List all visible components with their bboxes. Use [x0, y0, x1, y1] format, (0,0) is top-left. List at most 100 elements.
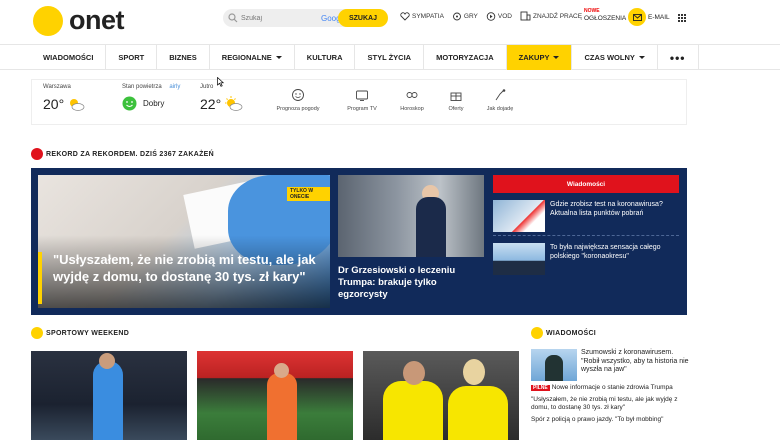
nav-biznes[interactable]: BIZNES — [157, 45, 210, 70]
hero-block: TYLKO W ONECIE "Usłyszałem, że nie zrobi… — [31, 168, 687, 315]
route-icon — [495, 89, 506, 101]
ogloszenia-link[interactable]: NOWE OGŁOSZENIA — [584, 8, 626, 22]
weather-widget[interactable]: Warszawa 20° — [43, 84, 85, 112]
record-heading[interactable]: REKORD ZA REKORDEM. DZIŚ 2367 ZAKAŻEŃ — [31, 148, 214, 160]
airly-label: airly — [169, 84, 181, 90]
goalkeeper-figure — [267, 373, 297, 440]
logo-text: onet — [69, 5, 125, 35]
side-news-item[interactable]: Spór z policją o prawo jazdy. "To był mo… — [531, 416, 691, 425]
oferty-label: Oferty — [448, 106, 464, 112]
air-label: Stan powietrza — [122, 84, 162, 90]
chevron-down-icon — [638, 56, 645, 59]
new-badge: NOWE — [584, 8, 600, 14]
tomorrow-temp: 22° — [200, 96, 222, 112]
oferty-link[interactable]: Oferty — [431, 88, 481, 112]
tomorrow-widget[interactable]: Jutro 22° — [200, 84, 243, 112]
gry-link[interactable]: GRY — [452, 11, 478, 21]
main-nav: WIADOMOŚCI SPORT BIZNES REGIONALNE KULTU… — [0, 44, 780, 70]
sympatia-label: SYMPATIA — [412, 12, 444, 20]
ogloszenia-label: OGŁOSZENIA — [584, 15, 627, 22]
sport-card[interactable] — [31, 351, 187, 440]
player-shirt-left — [383, 381, 443, 440]
services-strip: Warszawa 20° Stan powietrza airly Dobry … — [31, 79, 687, 125]
search-button[interactable]: SZUKAJ — [338, 9, 388, 27]
hero-mid-title: Dr Grzesiowski o leczeniu Trumpa: brakuj… — [338, 265, 456, 300]
top-header: onet Google SZUKAJ SYMPATIA GRY VOD ZNAJ… — [0, 0, 780, 44]
side-news-text: Nowe informacje o stanie zdrowia Trumpa — [551, 384, 673, 391]
nav-kultura[interactable]: KULTURA — [295, 45, 356, 70]
nav-label: CZAS WOLNY — [584, 53, 635, 62]
play-icon — [486, 11, 496, 21]
nav-styl-zycia[interactable]: STYL ŻYCIA — [355, 45, 425, 70]
sport-card[interactable] — [363, 351, 519, 440]
nav-czas-wolny[interactable]: CZAS WOLNY — [572, 45, 658, 70]
apps-grid-icon[interactable] — [678, 14, 686, 22]
program-tv-label: Program TV — [347, 106, 377, 112]
program-tv-link[interactable]: Program TV — [337, 88, 387, 112]
gry-label: GRY — [463, 12, 478, 20]
sport-heading-text: SPORTOWY WEEKEND — [46, 329, 130, 337]
partly-cloudy-icon — [70, 99, 85, 111]
sympatia-link[interactable]: SYMPATIA — [400, 11, 444, 21]
air-quality-widget[interactable]: Stan powietrza airly Dobry — [122, 84, 180, 111]
jak-dojade-link[interactable]: Jak dojadę — [475, 88, 525, 112]
yellow-dot-icon — [31, 327, 43, 339]
sport-card[interactable] — [197, 351, 353, 440]
person-silhouette — [545, 355, 563, 381]
vod-link[interactable]: VOD — [486, 11, 512, 21]
nav-label: MOTORYZACJA — [436, 53, 494, 62]
wiadomosci-button[interactable]: Wiadomości — [493, 175, 679, 193]
side-news-text: "Usłyszałem, że nie zrobią mi testu, ale… — [531, 395, 678, 412]
news-item[interactable]: Gdzie zrobisz test na koronawirusa? Aktu… — [493, 200, 679, 232]
nav-label: KULTURA — [306, 53, 343, 62]
logo-dot — [33, 5, 63, 36]
player-head — [403, 361, 425, 385]
mail-icon — [628, 8, 646, 26]
tv-icon — [356, 90, 368, 101]
jak-dojade-label: Jak dojadę — [486, 106, 514, 112]
nav-more-button[interactable]: ••• — [658, 45, 699, 70]
chevron-down-icon — [553, 56, 560, 59]
building-icon — [520, 11, 531, 21]
sun-cloud-icon — [225, 96, 243, 111]
praca-label: ZNAJDŹ PRACĘ — [532, 12, 583, 20]
hero-main-article[interactable]: TYLKO W ONECIE "Usłyszałem, że nie zrobi… — [38, 175, 330, 308]
side-news-item[interactable]: "Usłyszałem, że nie zrobią mi testu, ale… — [531, 396, 691, 413]
side-heading-text: WIADOMOŚCI — [546, 329, 597, 337]
search-bar: Google SZUKAJ — [223, 9, 388, 27]
service-links: SYMPATIA GRY VOD ZNAJDŹ PRACĘ — [400, 11, 590, 21]
side-news-text: Spór z policją o prawo jazdy. "To był mo… — [531, 415, 664, 423]
onet-logo[interactable]: onet — [33, 5, 125, 36]
nav-motoryzacja[interactable]: MOTORYZACJA — [424, 45, 507, 70]
search-input[interactable] — [241, 14, 311, 22]
nav-regionalne[interactable]: REGIONALNE — [210, 45, 295, 70]
email-link[interactable]: E-MAIL — [628, 8, 670, 26]
air-value: Dobry — [143, 99, 165, 108]
sport-heading[interactable]: SPORTOWY WEEKEND — [31, 327, 129, 339]
record-heading-text: REKORD ZA REKORDEM. DZIŚ 2367 ZAKAŻEŃ — [46, 150, 214, 158]
pilne-badge: PILNE — [531, 385, 550, 391]
nav-sport[interactable]: SPORT — [106, 45, 158, 70]
photo-suit — [416, 197, 446, 257]
praca-link[interactable]: ZNAJDŹ PRACĘ — [520, 11, 582, 21]
nav-zakupy[interactable]: ZAKUPY — [506, 45, 573, 70]
side-heading[interactable]: WIADOMOŚCI — [531, 327, 596, 339]
hero-accent-bar — [38, 252, 42, 304]
nav-label: STYL ŻYCIA — [367, 53, 412, 62]
exclusive-badge: TYLKO W ONECIE — [287, 187, 330, 201]
search-icon — [228, 13, 238, 23]
horoskop-link[interactable]: Horoskop — [387, 88, 437, 112]
test-thumbnail — [493, 200, 545, 232]
side-top-article[interactable]: Szumowski z koronawirusem. "Robił wszyst… — [531, 349, 691, 381]
nav-wiadomosci[interactable]: WIADOMOŚCI — [31, 45, 107, 70]
news-title: Gdzie zrobisz test na koronawirusa? Aktu… — [550, 201, 663, 217]
side-thumbnail — [531, 349, 577, 381]
hero-mid-article[interactable]: Dr Grzesiowski o leczeniu Trumpa: brakuj… — [338, 175, 484, 308]
side-news-item[interactable]: PILNE Nowe informacje o stanie zdrowia Tr… — [531, 384, 691, 393]
news-title: To była największa sensacja całego polsk… — [550, 244, 661, 260]
news-item[interactable]: To była największa sensacja całego polsk… — [493, 243, 679, 275]
weather-temp: 20° — [43, 96, 65, 112]
gift-icon — [450, 92, 462, 101]
hero-right-column: Wiadomości Gdzie zrobisz test na koronaw… — [493, 175, 679, 275]
prognoza-link[interactable]: Prognoza pogody — [273, 88, 323, 112]
